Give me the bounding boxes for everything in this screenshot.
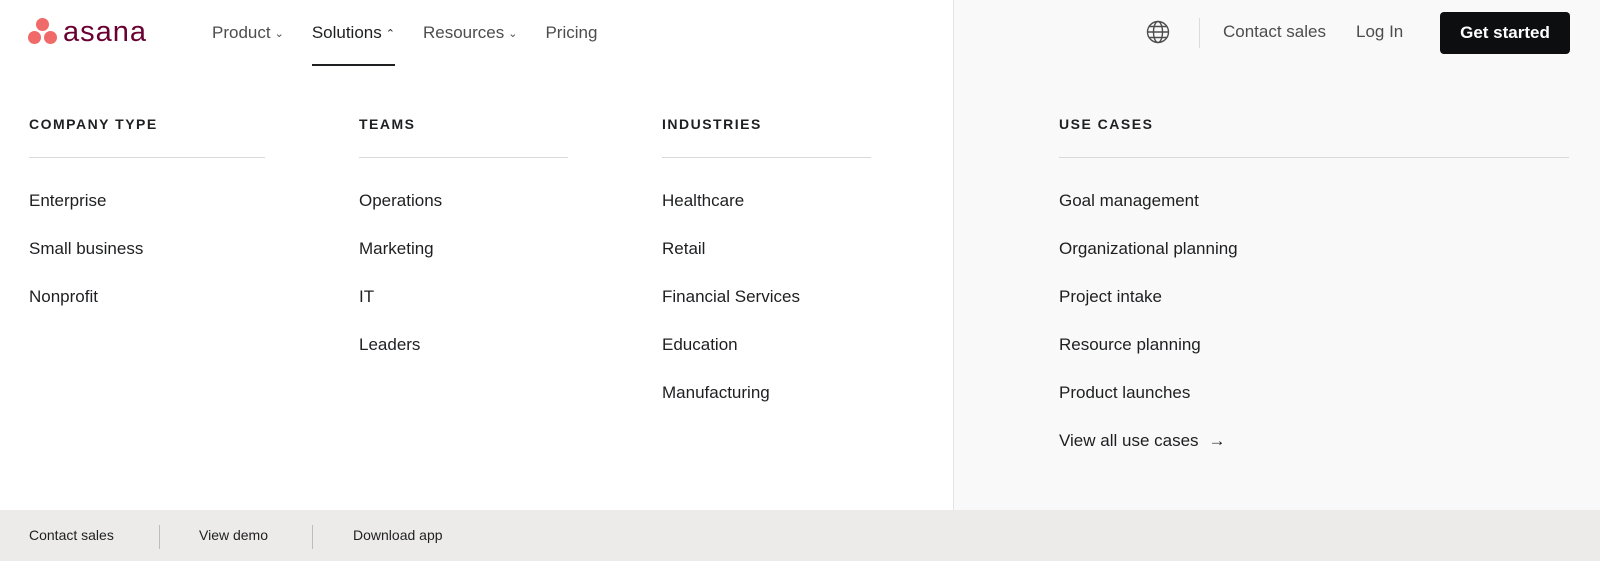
get-started-button[interactable]: Get started: [1440, 12, 1570, 54]
menu-item-product-launches[interactable]: Product launches: [1059, 383, 1569, 403]
asana-logo-icon: [28, 18, 58, 46]
nav-product-label: Product: [212, 23, 271, 42]
column-divider: [29, 157, 265, 158]
chevron-down-icon: ⌄: [274, 27, 284, 40]
nav-product[interactable]: Product ⌄: [212, 0, 284, 66]
download-app-link[interactable]: Download app: [353, 527, 443, 543]
company-type-column: COMPANY TYPE Enterprise Small business N…: [29, 116, 265, 335]
nav-solutions-label: Solutions: [311, 23, 382, 42]
chevron-up-icon: ⌃: [385, 27, 395, 40]
menu-item-enterprise[interactable]: Enterprise: [29, 191, 265, 211]
main-nav: Product ⌄ Solutions ⌃ Resources ⌄ Pricin…: [212, 0, 625, 66]
teams-column: TEAMS Operations Marketing IT Leaders: [359, 116, 568, 383]
menu-item-financial-services[interactable]: Financial Services: [662, 287, 871, 307]
menu-item-manufacturing[interactable]: Manufacturing: [662, 383, 871, 403]
nav-resources-label: Resources: [422, 23, 505, 42]
footer-contact-sales-link[interactable]: Contact sales: [29, 527, 114, 543]
menu-footer-bar: Contact sales View demo Download app: [0, 510, 1600, 561]
menu-item-goal-management[interactable]: Goal management: [1059, 191, 1569, 211]
logo-wordmark: asana: [63, 16, 148, 48]
chevron-down-icon: ⌄: [508, 27, 518, 40]
menu-item-it[interactable]: IT: [359, 287, 568, 307]
column-divider: [1059, 157, 1569, 158]
menu-item-operations[interactable]: Operations: [359, 191, 568, 211]
industries-column: INDUSTRIES Healthcare Retail Financial S…: [662, 116, 871, 431]
header-divider: [1199, 18, 1200, 48]
column-heading: COMPANY TYPE: [29, 116, 158, 132]
column-heading: INDUSTRIES: [662, 116, 762, 132]
use-cases-column: USE CASES Goal management Organizational…: [1059, 116, 1569, 479]
nav-pricing-label: Pricing: [545, 23, 598, 42]
column-heading: USE CASES: [1059, 116, 1154, 132]
nav-solutions[interactable]: Solutions ⌃: [311, 0, 396, 66]
view-demo-link[interactable]: View demo: [199, 527, 268, 543]
menu-item-education[interactable]: Education: [662, 335, 871, 355]
nav-resources[interactable]: Resources ⌄: [423, 0, 517, 66]
footer-divider: [312, 525, 313, 549]
menu-item-retail[interactable]: Retail: [662, 239, 871, 259]
asana-logo[interactable]: asana: [28, 16, 148, 48]
menu-item-project-intake[interactable]: Project intake: [1059, 287, 1569, 307]
menu-item-healthcare[interactable]: Healthcare: [662, 191, 871, 211]
log-in-link[interactable]: Log In: [1356, 22, 1403, 42]
column-divider: [359, 157, 568, 158]
menu-item-organizational-planning[interactable]: Organizational planning: [1059, 239, 1569, 259]
view-all-label: View all use cases: [1059, 431, 1199, 450]
nav-pricing[interactable]: Pricing: [545, 0, 597, 66]
menu-item-leaders[interactable]: Leaders: [359, 335, 568, 355]
menu-item-marketing[interactable]: Marketing: [359, 239, 568, 259]
view-all-use-cases-link[interactable]: View all use cases →: [1059, 431, 1569, 451]
column-heading: TEAMS: [359, 116, 416, 132]
contact-sales-link[interactable]: Contact sales: [1223, 22, 1326, 42]
footer-divider: [159, 525, 160, 549]
menu-item-nonprofit[interactable]: Nonprofit: [29, 287, 265, 307]
column-divider: [662, 157, 871, 158]
menu-item-resource-planning[interactable]: Resource planning: [1059, 335, 1569, 355]
menu-item-small-business[interactable]: Small business: [29, 239, 265, 259]
globe-icon[interactable]: [1146, 20, 1170, 44]
arrow-right-icon: →: [1208, 431, 1226, 450]
